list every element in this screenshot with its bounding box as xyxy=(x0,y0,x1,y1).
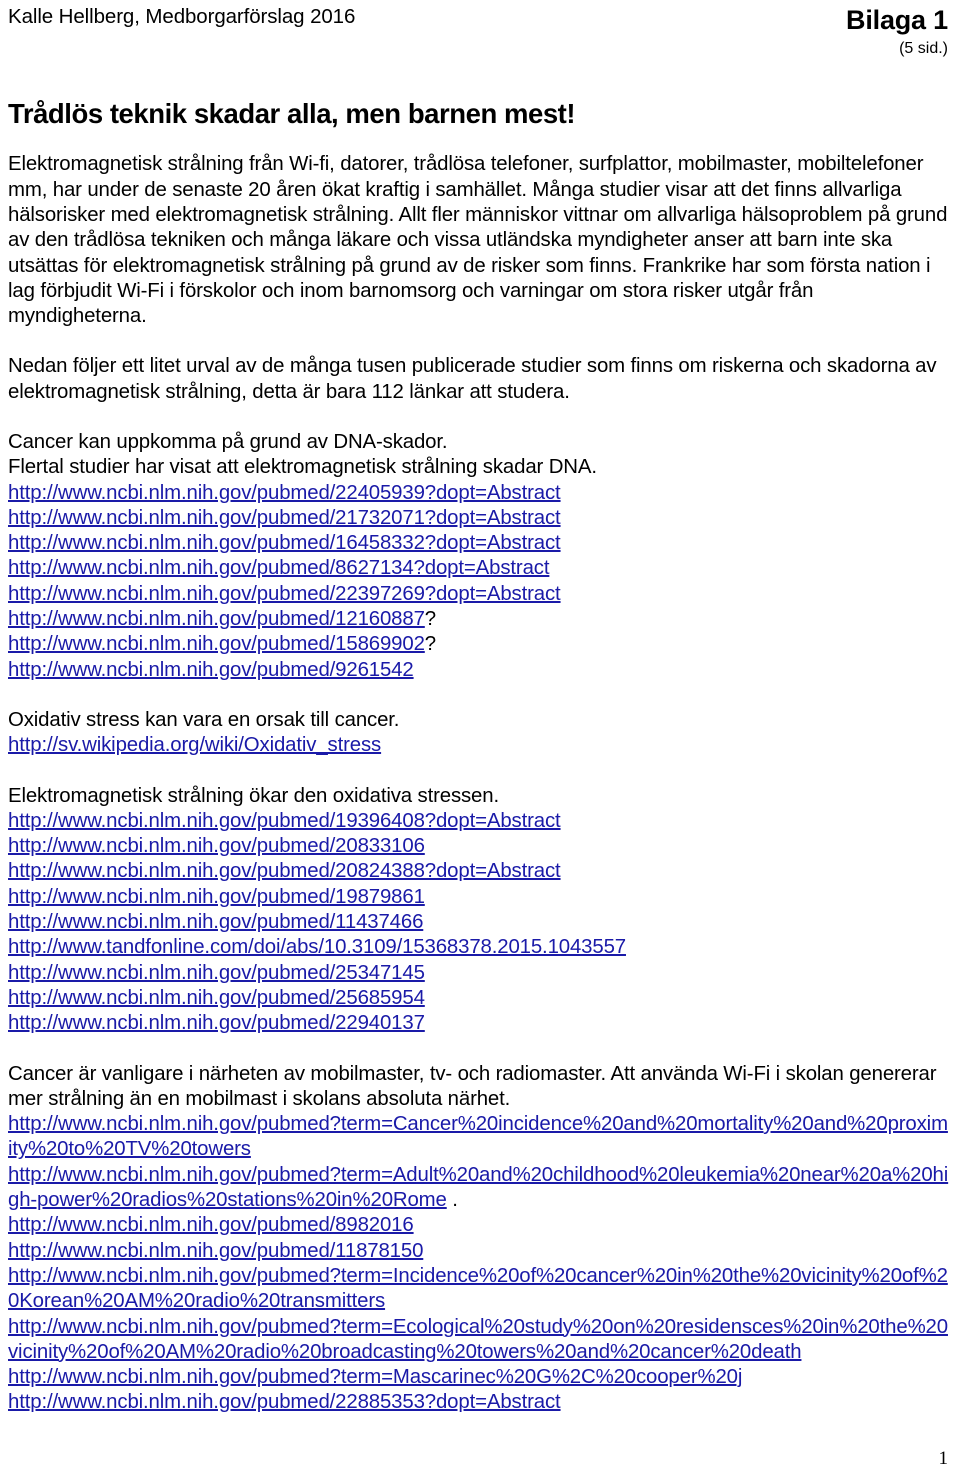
reference-sections: Cancer kan uppkomma på grund av DNA-skad… xyxy=(8,430,952,1416)
reference-link[interactable]: http://sv.wikipedia.org/wiki/Oxidativ_st… xyxy=(8,734,381,756)
link-row: http://www.tandfonline.com/doi/abs/10.31… xyxy=(8,935,952,960)
link-row: http://www.ncbi.nlm.nih.gov/pubmed/22940… xyxy=(8,1011,952,1036)
link-row: http://www.ncbi.nlm.nih.gov/pubmed?term=… xyxy=(8,1264,952,1315)
section-heading-line: Cancer kan uppkomma på grund av DNA-skad… xyxy=(8,431,448,453)
link-row: http://www.ncbi.nlm.nih.gov/pubmed/86271… xyxy=(8,556,952,581)
link-row: http://www.ncbi.nlm.nih.gov/pubmed/16458… xyxy=(8,531,952,556)
section-heading-line: Flertal studier har visat att elektromag… xyxy=(8,456,597,479)
attachment-page-count: (5 sid.) xyxy=(899,39,948,57)
reference-section-mobilmaster: Cancer är vanligare i närheten av mobilm… xyxy=(8,1062,952,1416)
reference-link[interactable]: http://www.ncbi.nlm.nih.gov/pubmed/12160… xyxy=(8,608,425,630)
link-trailing-text: ? xyxy=(424,633,436,656)
document-header: Kalle Hellberg, Medborgarförslag 2016 Bi… xyxy=(8,5,952,60)
link-row: http://www.ncbi.nlm.nih.gov/pubmed?term=… xyxy=(8,1315,952,1366)
link-row: http://www.ncbi.nlm.nih.gov/pubmed/19396… xyxy=(8,809,952,834)
author-line: Kalle Hellberg, Medborgarförslag 2016 xyxy=(8,5,356,28)
section-heading-line: Oxidativ stress kan vara en orsak till c… xyxy=(8,708,400,731)
reference-link[interactable]: http://www.ncbi.nlm.nih.gov/pubmed/19879… xyxy=(8,886,425,908)
link-row: http://www.ncbi.nlm.nih.gov/pubmed/11437… xyxy=(8,910,952,935)
link-row: http://www.ncbi.nlm.nih.gov/pubmed/89820… xyxy=(8,1213,952,1238)
reference-link[interactable]: http://www.ncbi.nlm.nih.gov/pubmed/19396… xyxy=(8,810,561,832)
attachment-info: Bilaga 1 (5 sid.) xyxy=(846,5,952,60)
reference-link[interactable]: http://www.tandfonline.com/doi/abs/10.31… xyxy=(8,936,626,958)
link-row: http://www.ncbi.nlm.nih.gov/pubmed/19879… xyxy=(8,885,952,910)
link-trailing-text: . xyxy=(446,1189,458,1212)
link-row: http://www.ncbi.nlm.nih.gov/pubmed?term=… xyxy=(8,1163,952,1214)
reference-link[interactable]: http://www.ncbi.nlm.nih.gov/pubmed/20833… xyxy=(8,835,425,857)
link-row: http://www.ncbi.nlm.nih.gov/pubmed/25347… xyxy=(8,961,952,986)
link-row: http://www.ncbi.nlm.nih.gov/pubmed/92615… xyxy=(8,658,952,683)
intro-paragraph-1: Elektromagnetisk strålning från Wi-fi, d… xyxy=(8,153,948,328)
reference-link[interactable]: http://www.ncbi.nlm.nih.gov/pubmed/22885… xyxy=(8,1391,561,1413)
reference-section-oxidativ-stress-orsak: Oxidativ stress kan vara en orsak till c… xyxy=(8,708,952,759)
reference-link[interactable]: http://www.ncbi.nlm.nih.gov/pubmed/15869… xyxy=(8,633,425,655)
link-row: http://www.ncbi.nlm.nih.gov/pubmed/15869… xyxy=(8,632,952,657)
reference-link[interactable]: http://www.ncbi.nlm.nih.gov/pubmed/89820… xyxy=(8,1214,414,1236)
link-row: http://www.ncbi.nlm.nih.gov/pubmed/21732… xyxy=(8,506,952,531)
page-number: 1 xyxy=(938,1448,949,1469)
reference-link[interactable]: http://www.ncbi.nlm.nih.gov/pubmed/92615… xyxy=(8,659,414,681)
reference-link[interactable]: http://www.ncbi.nlm.nih.gov/pubmed?term=… xyxy=(8,1113,948,1160)
link-list: http://www.ncbi.nlm.nih.gov/pubmed/22405… xyxy=(8,481,952,683)
link-row: http://www.ncbi.nlm.nih.gov/pubmed?term=… xyxy=(8,1365,952,1390)
link-list: http://sv.wikipedia.org/wiki/Oxidativ_st… xyxy=(8,733,952,758)
link-list: http://www.ncbi.nlm.nih.gov/pubmed/19396… xyxy=(8,809,952,1037)
link-row: http://www.ncbi.nlm.nih.gov/pubmed/20824… xyxy=(8,859,952,884)
reference-link[interactable]: http://www.ncbi.nlm.nih.gov/pubmed/20824… xyxy=(8,860,561,882)
reference-link[interactable]: http://www.ncbi.nlm.nih.gov/pubmed?term=… xyxy=(8,1316,948,1363)
link-row: http://sv.wikipedia.org/wiki/Oxidativ_st… xyxy=(8,733,952,758)
link-row: http://www.ncbi.nlm.nih.gov/pubmed?term=… xyxy=(8,1112,952,1163)
section-heading-line: Elektromagnetisk strålning ökar den oxid… xyxy=(8,784,499,807)
reference-link[interactable]: http://www.ncbi.nlm.nih.gov/pubmed/16458… xyxy=(8,532,561,554)
reference-link[interactable]: http://www.ncbi.nlm.nih.gov/pubmed/25347… xyxy=(8,962,425,984)
link-row: http://www.ncbi.nlm.nih.gov/pubmed/12160… xyxy=(8,607,952,632)
link-row: http://www.ncbi.nlm.nih.gov/pubmed/22405… xyxy=(8,481,952,506)
link-row: http://www.ncbi.nlm.nih.gov/pubmed/25685… xyxy=(8,986,952,1011)
reference-link[interactable]: http://www.ncbi.nlm.nih.gov/pubmed/22940… xyxy=(8,1012,425,1034)
reference-link[interactable]: http://www.ncbi.nlm.nih.gov/pubmed/86271… xyxy=(8,557,549,579)
link-row: http://www.ncbi.nlm.nih.gov/pubmed/11878… xyxy=(8,1239,952,1264)
reference-link[interactable]: http://www.ncbi.nlm.nih.gov/pubmed/22405… xyxy=(8,482,561,504)
reference-link[interactable]: http://www.ncbi.nlm.nih.gov/pubmed/11437… xyxy=(8,911,423,933)
intro-paragraph-2: Nedan följer ett litet urval av de många… xyxy=(8,355,937,403)
reference-link[interactable]: http://www.ncbi.nlm.nih.gov/pubmed/21732… xyxy=(8,507,561,529)
section-heading-line: Cancer är vanligare i närheten av mobilm… xyxy=(8,1062,937,1110)
reference-link[interactable]: http://www.ncbi.nlm.nih.gov/pubmed/25685… xyxy=(8,987,425,1009)
reference-link[interactable]: http://www.ncbi.nlm.nih.gov/pubmed?term=… xyxy=(8,1164,948,1211)
link-trailing-text: ? xyxy=(424,608,436,631)
link-row: http://www.ncbi.nlm.nih.gov/pubmed/20833… xyxy=(8,834,952,859)
link-list: http://www.ncbi.nlm.nih.gov/pubmed?term=… xyxy=(8,1112,952,1416)
link-row: http://www.ncbi.nlm.nih.gov/pubmed/22885… xyxy=(8,1390,952,1415)
document-page: Kalle Hellberg, Medborgarförslag 2016 Bi… xyxy=(0,0,960,1476)
reference-link[interactable]: http://www.ncbi.nlm.nih.gov/pubmed/11878… xyxy=(8,1240,423,1262)
reference-section-oxidativ-stress-okar: Elektromagnetisk strålning ökar den oxid… xyxy=(8,784,952,1037)
attachment-title: Bilaga 1 xyxy=(846,5,948,35)
page-title: Trådlös teknik skadar alla, men barnen m… xyxy=(8,98,576,130)
link-row: http://www.ncbi.nlm.nih.gov/pubmed/22397… xyxy=(8,582,952,607)
reference-link[interactable]: http://www.ncbi.nlm.nih.gov/pubmed?term=… xyxy=(8,1265,948,1312)
reference-section-dna: Cancer kan uppkomma på grund av DNA-skad… xyxy=(8,430,952,683)
reference-link[interactable]: http://www.ncbi.nlm.nih.gov/pubmed?term=… xyxy=(8,1366,742,1388)
reference-link[interactable]: http://www.ncbi.nlm.nih.gov/pubmed/22397… xyxy=(8,583,561,605)
